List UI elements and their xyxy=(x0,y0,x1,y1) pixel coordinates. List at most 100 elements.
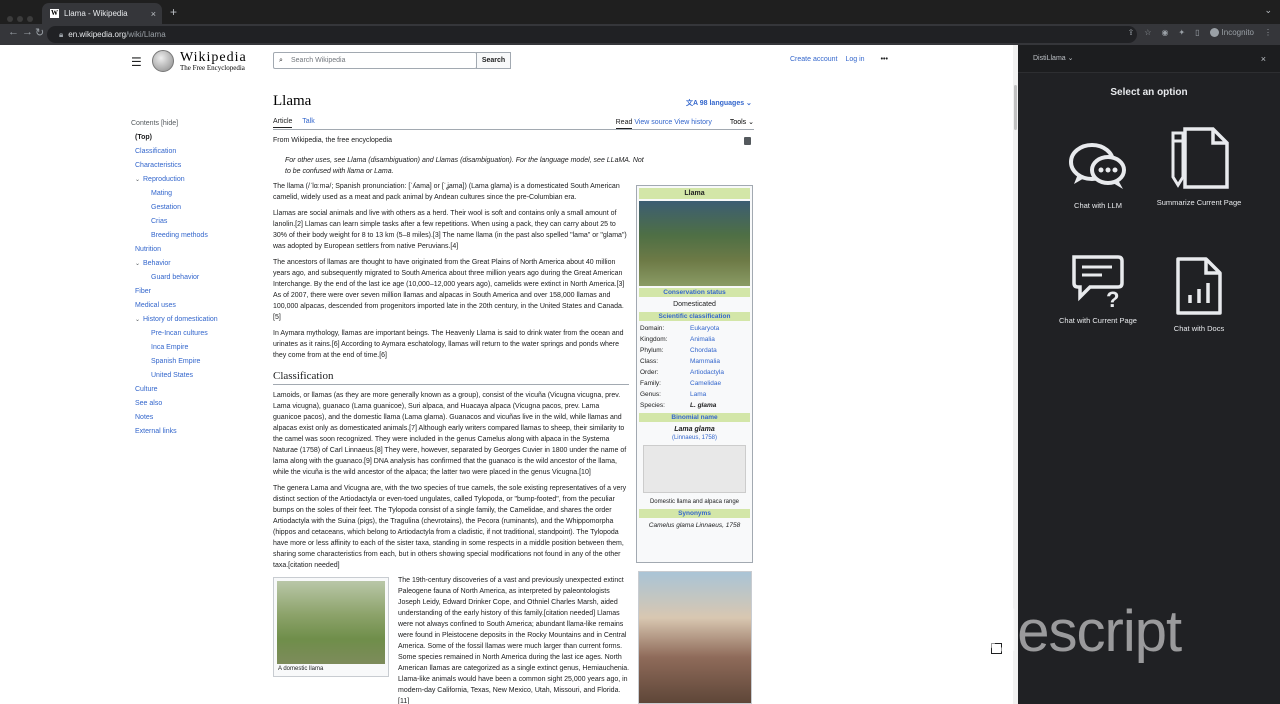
page-title: Llama xyxy=(273,93,312,109)
toc-item[interactable]: Inca Empire xyxy=(131,341,251,355)
sidepanel-icon[interactable]: ▯ xyxy=(1195,28,1199,37)
infobox-value[interactable]: Mammalia xyxy=(690,358,720,365)
toc-item-label: Mating xyxy=(151,190,173,197)
infobox-llama-image[interactable] xyxy=(639,201,750,286)
toc-item-label: Behavior xyxy=(143,260,171,267)
tab-article[interactable]: Article xyxy=(273,118,293,128)
log-in-link[interactable]: Log in xyxy=(845,56,864,63)
intro-paragraph: Llamas are social animals and live with … xyxy=(273,210,627,250)
toc-item-label: Reproduction xyxy=(143,176,185,183)
new-tab-icon[interactable]: + xyxy=(170,5,177,19)
share-icon[interactable]: ⇪ xyxy=(1128,28,1135,37)
tab-search-chevron-icon[interactable]: ⌄ xyxy=(1264,5,1272,16)
reload-icon[interactable]: ↻ xyxy=(35,26,44,39)
binomial-name-link[interactable]: Binomial name xyxy=(639,413,750,422)
toc-item[interactable]: ⌄ Reproduction xyxy=(131,173,251,187)
close-tab-icon[interactable]: × xyxy=(151,9,156,19)
infobox-value[interactable]: Lama xyxy=(690,391,706,398)
toc-expand-chevron-icon[interactable]: ⌄ xyxy=(135,257,143,271)
back-icon[interactable]: ← xyxy=(8,26,19,38)
toc-item[interactable]: Breeding methods xyxy=(131,229,251,243)
panel-title[interactable]: DistiLlama xyxy=(1033,55,1066,62)
toc-item[interactable]: Characteristics xyxy=(131,159,251,173)
toc-header[interactable]: Contents [hide] xyxy=(131,117,251,131)
tab-talk[interactable]: Talk xyxy=(302,118,314,125)
infobox-value[interactable]: Eukaryota xyxy=(690,325,719,332)
document-chart-icon xyxy=(1176,257,1222,315)
languages-button[interactable]: 文A 98 languages ⌄ xyxy=(686,98,752,108)
toc-item[interactable]: Mating xyxy=(131,187,251,201)
toc-item[interactable]: Notes xyxy=(131,411,251,425)
infobox-value[interactable]: Chordata xyxy=(690,347,717,354)
chat-with-page-option[interactable]: ? Chat with Current Page xyxy=(1053,253,1143,326)
tools-menu[interactable]: Tools ⌄ xyxy=(722,119,754,126)
wikipedia-page: ☰ Wikipedia The Free Encyclopedia ⌕ Sear… xyxy=(0,45,1013,704)
toc-expand-chevron-icon[interactable]: ⌄ xyxy=(135,313,143,327)
tab-title: Llama - Wikipedia xyxy=(64,9,128,18)
toc-item[interactable]: Crias xyxy=(131,215,251,229)
chat-with-llm-option[interactable]: Chat with LLM xyxy=(1053,140,1143,211)
infobox-row: Genus: Lama xyxy=(637,389,752,400)
summarize-page-option[interactable]: Summarize Current Page xyxy=(1154,125,1244,208)
toc-item[interactable]: Culture xyxy=(131,383,251,397)
binomial-authority[interactable]: (Linnaeus, 1758) xyxy=(637,435,752,441)
tab-view-source[interactable]: View source xyxy=(634,119,672,126)
toc-item[interactable]: Guard behavior xyxy=(131,271,251,285)
toc-item[interactable]: See also xyxy=(131,397,251,411)
toc-item[interactable]: Classification xyxy=(131,145,251,159)
toc-item[interactable]: Spanish Empire xyxy=(131,355,251,369)
search-input[interactable]: ⌕ Search Wikipedia xyxy=(273,52,477,69)
menu-dots-icon[interactable]: ⋮ xyxy=(1264,28,1272,37)
scientific-classification-link[interactable]: Scientific classification xyxy=(639,312,750,321)
infobox-value[interactable]: Camelidae xyxy=(690,380,721,387)
toc-item[interactable]: Fiber xyxy=(131,285,251,299)
synonyms-link[interactable]: Synonyms xyxy=(639,509,750,518)
infobox-value[interactable]: Artiodactyla xyxy=(690,369,724,376)
infobox-value[interactable]: L. glama xyxy=(690,402,716,409)
toc-item[interactable]: External links xyxy=(131,425,251,439)
browser-tab[interactable]: W Llama - Wikipedia × xyxy=(42,3,162,24)
toc-item[interactable]: (Top) xyxy=(131,131,251,145)
main-menu-icon[interactable]: ☰ xyxy=(131,55,142,69)
domestic-llama-image[interactable] xyxy=(277,581,385,664)
child-with-llama-image[interactable] xyxy=(638,571,752,704)
range-map-image[interactable] xyxy=(643,445,746,493)
toc-item-label: United States xyxy=(151,372,194,379)
llama-thumbnail[interactable]: A domestic llama xyxy=(273,577,389,677)
incognito-badge[interactable]: Incognito xyxy=(1209,28,1254,37)
wikipedia-wordmark[interactable]: Wikipedia The Free Encyclopedia xyxy=(180,50,247,72)
infobox-row: Species: L. glama xyxy=(637,400,752,411)
toc-item[interactable]: Medical uses xyxy=(131,299,251,313)
descript-watermark: descript xyxy=(986,599,1182,664)
page-tabs: Article Talk Read View source View histo… xyxy=(273,117,754,130)
more-options-icon[interactable]: ••• xyxy=(881,56,888,63)
close-panel-icon[interactable]: × xyxy=(1261,45,1266,73)
toc-item-label: External links xyxy=(135,428,177,435)
protection-lock-icon[interactable] xyxy=(744,137,751,145)
nav-bar: ← → ↻ 🔒︎ en.wikipedia.org/wiki/Llama ⇪ ☆ … xyxy=(0,24,1280,45)
infobox-value[interactable]: Animalia xyxy=(690,336,715,343)
chat-with-docs-option[interactable]: Chat with Docs xyxy=(1154,255,1244,334)
address-bar[interactable]: 🔒︎ en.wikipedia.org/wiki/Llama xyxy=(47,26,1137,43)
toc-item[interactable]: ⌄ Behavior xyxy=(131,257,251,271)
toc-item[interactable]: Nutrition xyxy=(131,243,251,257)
create-account-link[interactable]: Create account xyxy=(790,56,837,63)
toc-item[interactable]: ⌄ History of domestication xyxy=(131,313,251,327)
tab-view-history[interactable]: View history xyxy=(674,119,712,126)
toc-item[interactable]: Gestation xyxy=(131,201,251,215)
conservation-status-link[interactable]: Conservation status xyxy=(639,288,750,297)
puzzle-icon[interactable]: ✦ xyxy=(1178,28,1185,37)
extension-icon[interactable]: ◉ xyxy=(1161,28,1168,37)
search-button[interactable]: Search xyxy=(476,52,511,69)
wikipedia-globe-logo[interactable] xyxy=(152,50,174,72)
scroll-thumb[interactable] xyxy=(1014,85,1017,130)
toc-item[interactable]: United States xyxy=(131,369,251,383)
toc-expand-chevron-icon[interactable]: ⌄ xyxy=(135,173,143,187)
tab-read[interactable]: Read xyxy=(615,119,633,129)
incognito-label: Incognito xyxy=(1221,28,1254,37)
bookmark-star-icon[interactable]: ☆ xyxy=(1144,28,1151,37)
forward-icon[interactable]: → xyxy=(22,26,33,38)
toc-item[interactable]: Pre-Incan cultures xyxy=(131,327,251,341)
lock-icon: 🔒︎ xyxy=(59,30,64,39)
intro-paragraph: The ancestors of llamas are thought to h… xyxy=(273,259,625,321)
